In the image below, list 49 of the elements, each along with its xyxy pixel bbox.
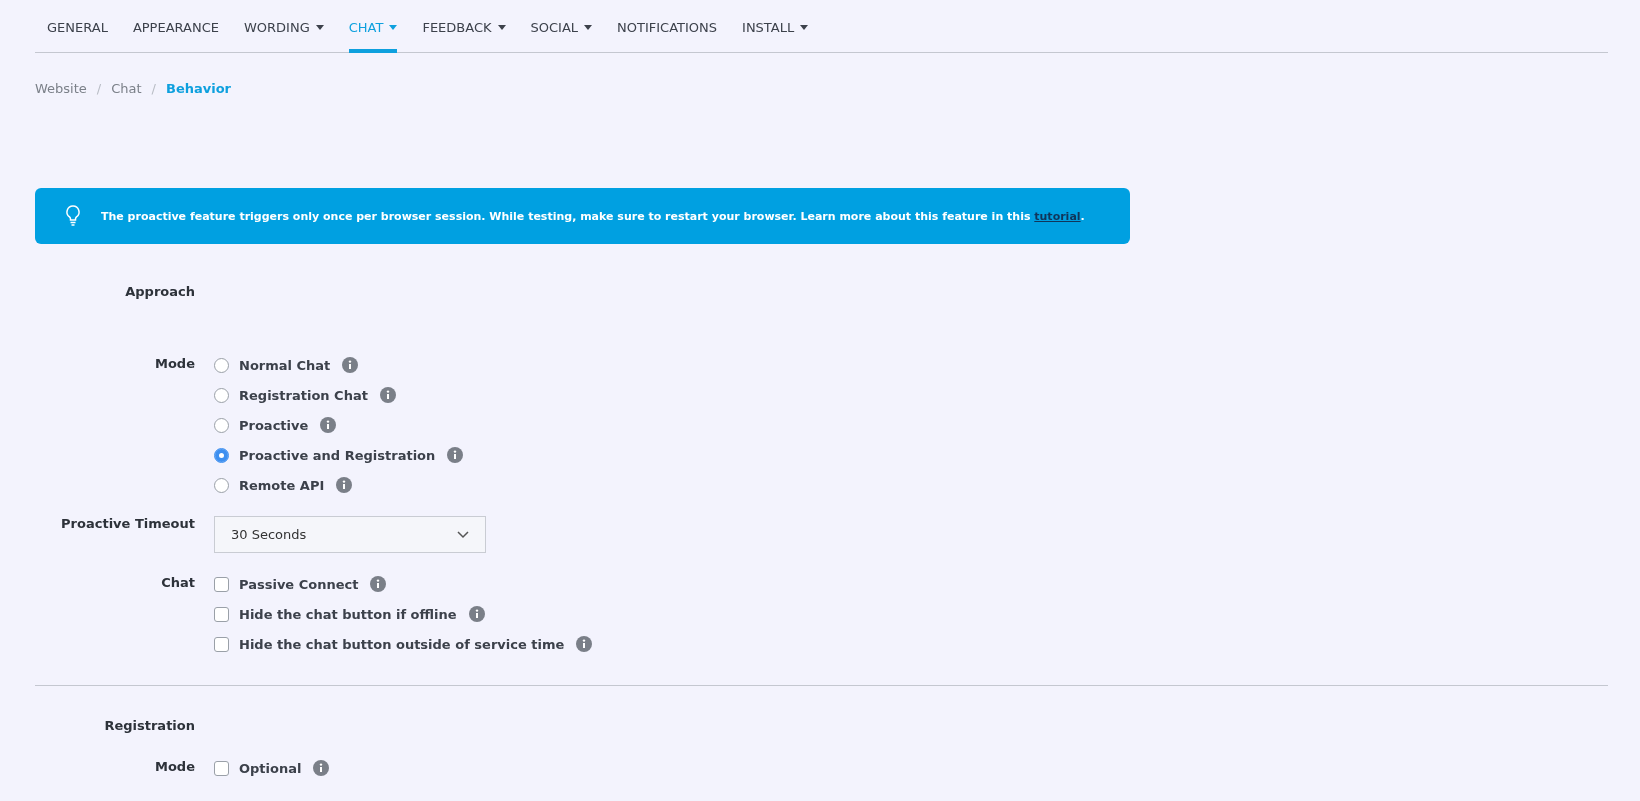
radio-button[interactable] (214, 357, 229, 373)
field-label: Chat (160, 575, 195, 592)
nav-tab[interactable]: NOTIFICATIONS (617, 0, 718, 53)
info-icon[interactable] (447, 447, 464, 463)
breadcrumb-link[interactable]: Chat (111, 81, 142, 96)
option-label: Normal Chat (239, 357, 331, 373)
info-icon[interactable] (313, 760, 330, 776)
nav-tab[interactable]: INSTALL (742, 0, 809, 53)
info-icon[interactable] (336, 477, 353, 493)
checkbox[interactable] (214, 576, 229, 592)
option-label: Hide the chat button outside of service time (239, 636, 565, 652)
checkbox[interactable] (214, 606, 229, 622)
timeout-dropdown[interactable]: 30 Seconds (214, 516, 486, 553)
info-icon[interactable] (342, 357, 359, 373)
field-label: Mode (154, 759, 195, 776)
section-title: Registration (103, 718, 195, 733)
field-label: Mode (154, 356, 195, 373)
info-icon[interactable] (379, 387, 396, 403)
checkbox[interactable] (214, 760, 229, 776)
nav-tab[interactable]: APPEARANCE (132, 0, 219, 53)
section-title: Approach (124, 284, 195, 299)
info-icon[interactable] (576, 636, 593, 652)
radio-button[interactable] (214, 477, 229, 493)
nav-tab[interactable]: FEEDBACK (422, 0, 506, 53)
option-label: Passive Connect (239, 576, 359, 592)
nav-tab[interactable]: WORDING (243, 0, 324, 53)
option-label: Hide the chat button if offline (239, 606, 457, 622)
lightbulb-icon (65, 205, 81, 227)
nav-tab[interactable]: SOCIAL (530, 0, 593, 53)
field-label: Proactive Timeout (60, 516, 195, 533)
radio-button[interactable] (214, 387, 229, 403)
breadcrumb-link[interactable]: Website (35, 81, 87, 96)
chevron-down-icon (457, 530, 469, 539)
checkbox[interactable] (214, 636, 229, 652)
radio-button[interactable] (214, 417, 229, 433)
info-icon[interactable] (320, 417, 337, 433)
info-icon[interactable] (468, 606, 485, 622)
info-icon[interactable] (370, 576, 387, 592)
option-label: Registration Chat (239, 387, 368, 403)
tutorial-link[interactable]: tutorial (1034, 209, 1081, 223)
option-label: Proactive and Registration (239, 447, 436, 463)
option-label: Optional (239, 760, 302, 776)
radio-button[interactable] (214, 447, 229, 463)
option-label: Proactive (239, 417, 309, 433)
breadcrumb-separator: / (96, 81, 102, 96)
notice-text: The proactive feature triggers only once per browser session. While testing, make sure to restart your browser. Learn more about this feature in this tutorial. (101, 209, 1085, 223)
option-label: Remote API (239, 477, 325, 493)
nav-tab[interactable]: GENERAL (47, 0, 108, 53)
breadcrumb-separator: / (151, 81, 156, 96)
